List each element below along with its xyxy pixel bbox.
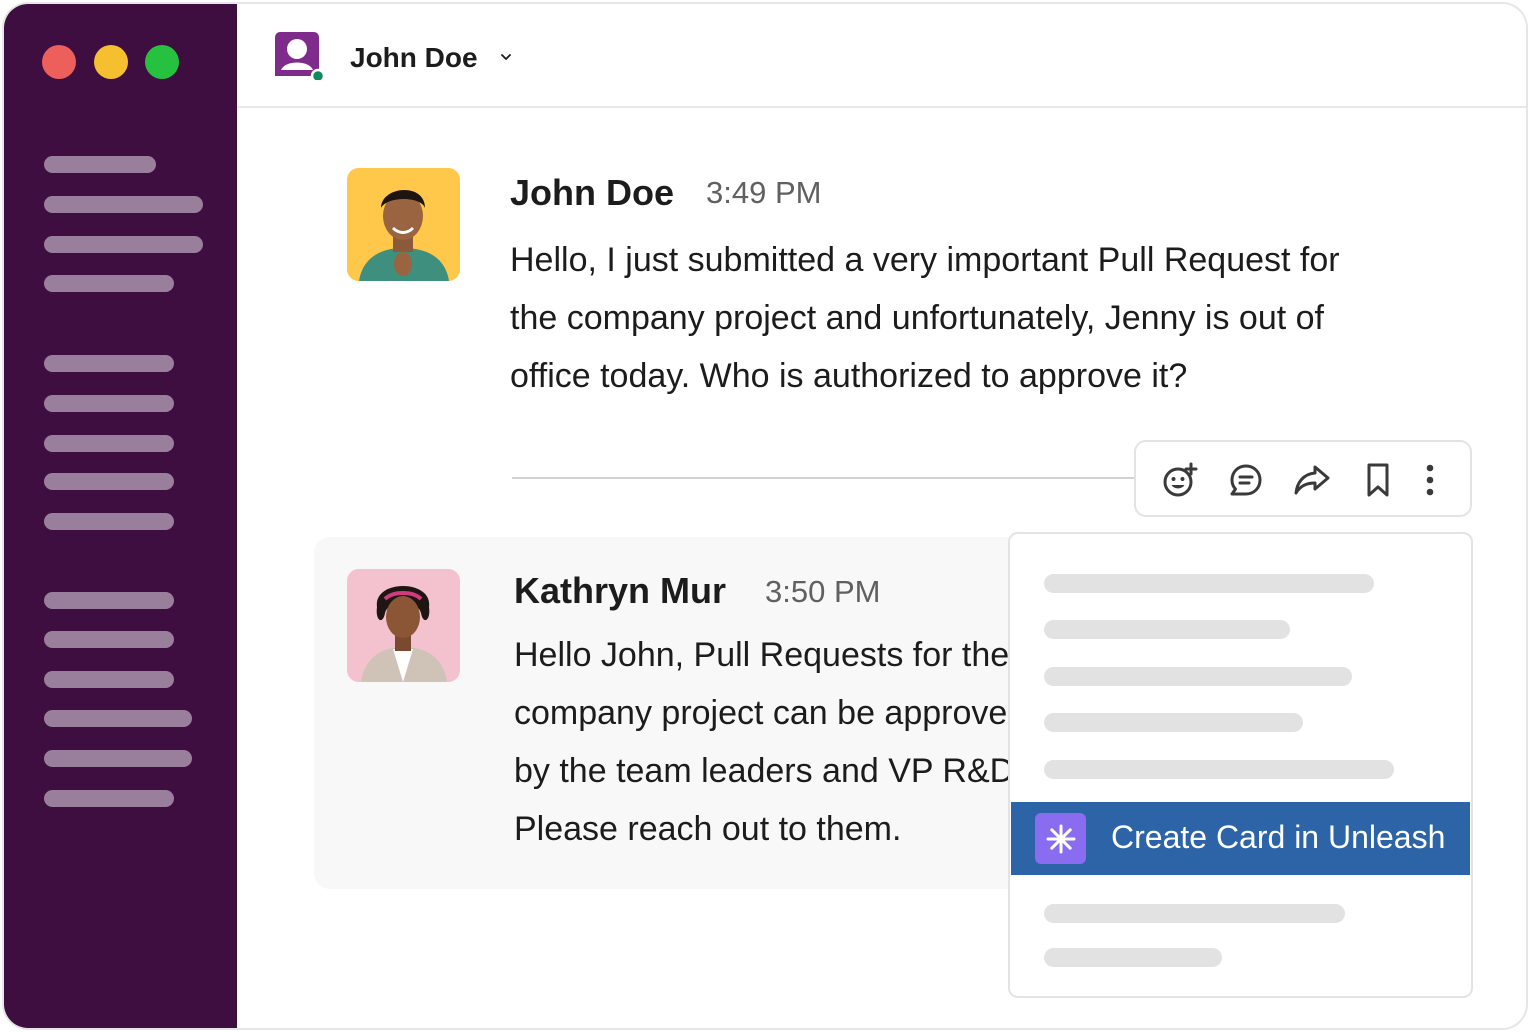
message-author[interactable]: Kathryn Mur — [514, 570, 726, 612]
more-actions-menu: Create Card in Unleash — [1008, 532, 1473, 998]
menu-item-placeholder[interactable] — [1044, 574, 1374, 593]
message-author[interactable]: John Doe — [510, 172, 674, 214]
channel-header: John Doe — [237, 4, 1526, 108]
sidebar-item-placeholder[interactable] — [44, 513, 174, 530]
app-window: John Doe John Doe 3:49 PM Hello, I just … — [2, 2, 1528, 1030]
chevron-down-icon[interactable] — [499, 50, 513, 64]
message-timestamp[interactable]: 3:49 PM — [706, 175, 821, 211]
message-line: by the team leaders and VP R&D. — [514, 752, 1024, 790]
menu-item-placeholder[interactable] — [1044, 713, 1303, 732]
more-actions-icon[interactable] — [1410, 460, 1450, 500]
message-line: Hello John, Pull Requests for the — [514, 636, 1010, 674]
sidebar — [4, 4, 237, 1028]
message-line: office today. Who is authorized to appro… — [510, 357, 1188, 395]
sidebar-item-placeholder[interactable] — [44, 156, 156, 173]
sidebar-item-placeholder[interactable] — [44, 395, 174, 412]
sidebar-item-placeholder[interactable] — [44, 196, 203, 213]
message-timestamp[interactable]: 3:50 PM — [765, 574, 880, 610]
unleash-app-icon — [1035, 813, 1086, 864]
message-actions-toolbar — [1134, 440, 1472, 517]
minimize-window-button[interactable] — [94, 45, 128, 79]
sidebar-item-placeholder[interactable] — [44, 473, 174, 490]
message-line: the company project and unfortunately, J… — [510, 299, 1324, 337]
sidebar-item-placeholder[interactable] — [44, 671, 174, 688]
menu-item-create-card-in-unleash[interactable]: Create Card in Unleash — [1011, 802, 1470, 875]
message-line: company project can be approved — [514, 694, 1027, 732]
person-photo-icon — [347, 569, 460, 682]
sidebar-item-placeholder[interactable] — [44, 355, 174, 372]
menu-item-label: Create Card in Unleash — [1111, 819, 1446, 855]
add-reaction-icon[interactable] — [1160, 460, 1200, 500]
close-window-button[interactable] — [42, 45, 76, 79]
avatar-kathryn-mur[interactable] — [347, 569, 460, 682]
sidebar-item-placeholder[interactable] — [44, 592, 174, 609]
menu-item-placeholder[interactable] — [1044, 620, 1290, 639]
workspace-name[interactable]: John Doe — [350, 42, 478, 74]
message-line: Hello, I just submitted a very important… — [510, 241, 1340, 279]
message-body: Hello, I just submitted a very important… — [510, 231, 1450, 405]
sidebar-item-placeholder[interactable] — [44, 236, 203, 253]
maximize-window-button[interactable] — [145, 45, 179, 79]
share-icon[interactable] — [1292, 460, 1332, 500]
message-body: Hello John, Pull Requests for the compan… — [514, 626, 1074, 858]
reply-in-thread-icon[interactable] — [1226, 460, 1266, 500]
message-line: Please reach out to them. — [514, 810, 902, 848]
sidebar-item-placeholder[interactable] — [44, 435, 174, 452]
menu-item-placeholder[interactable] — [1044, 948, 1222, 967]
sidebar-item-placeholder[interactable] — [44, 790, 174, 807]
menu-item-placeholder[interactable] — [1044, 667, 1352, 686]
menu-item-placeholder[interactable] — [1044, 760, 1394, 779]
message-divider — [512, 477, 1134, 479]
person-photo-icon — [347, 168, 460, 281]
workspace-user-icon[interactable] — [275, 32, 323, 80]
avatar-john-doe[interactable] — [347, 168, 460, 281]
sidebar-item-placeholder[interactable] — [44, 275, 174, 292]
menu-item-placeholder[interactable] — [1044, 904, 1345, 923]
bookmark-icon[interactable] — [1358, 460, 1398, 500]
sidebar-item-placeholder[interactable] — [44, 710, 192, 727]
sidebar-item-placeholder[interactable] — [44, 631, 174, 648]
sidebar-item-placeholder[interactable] — [44, 750, 192, 767]
